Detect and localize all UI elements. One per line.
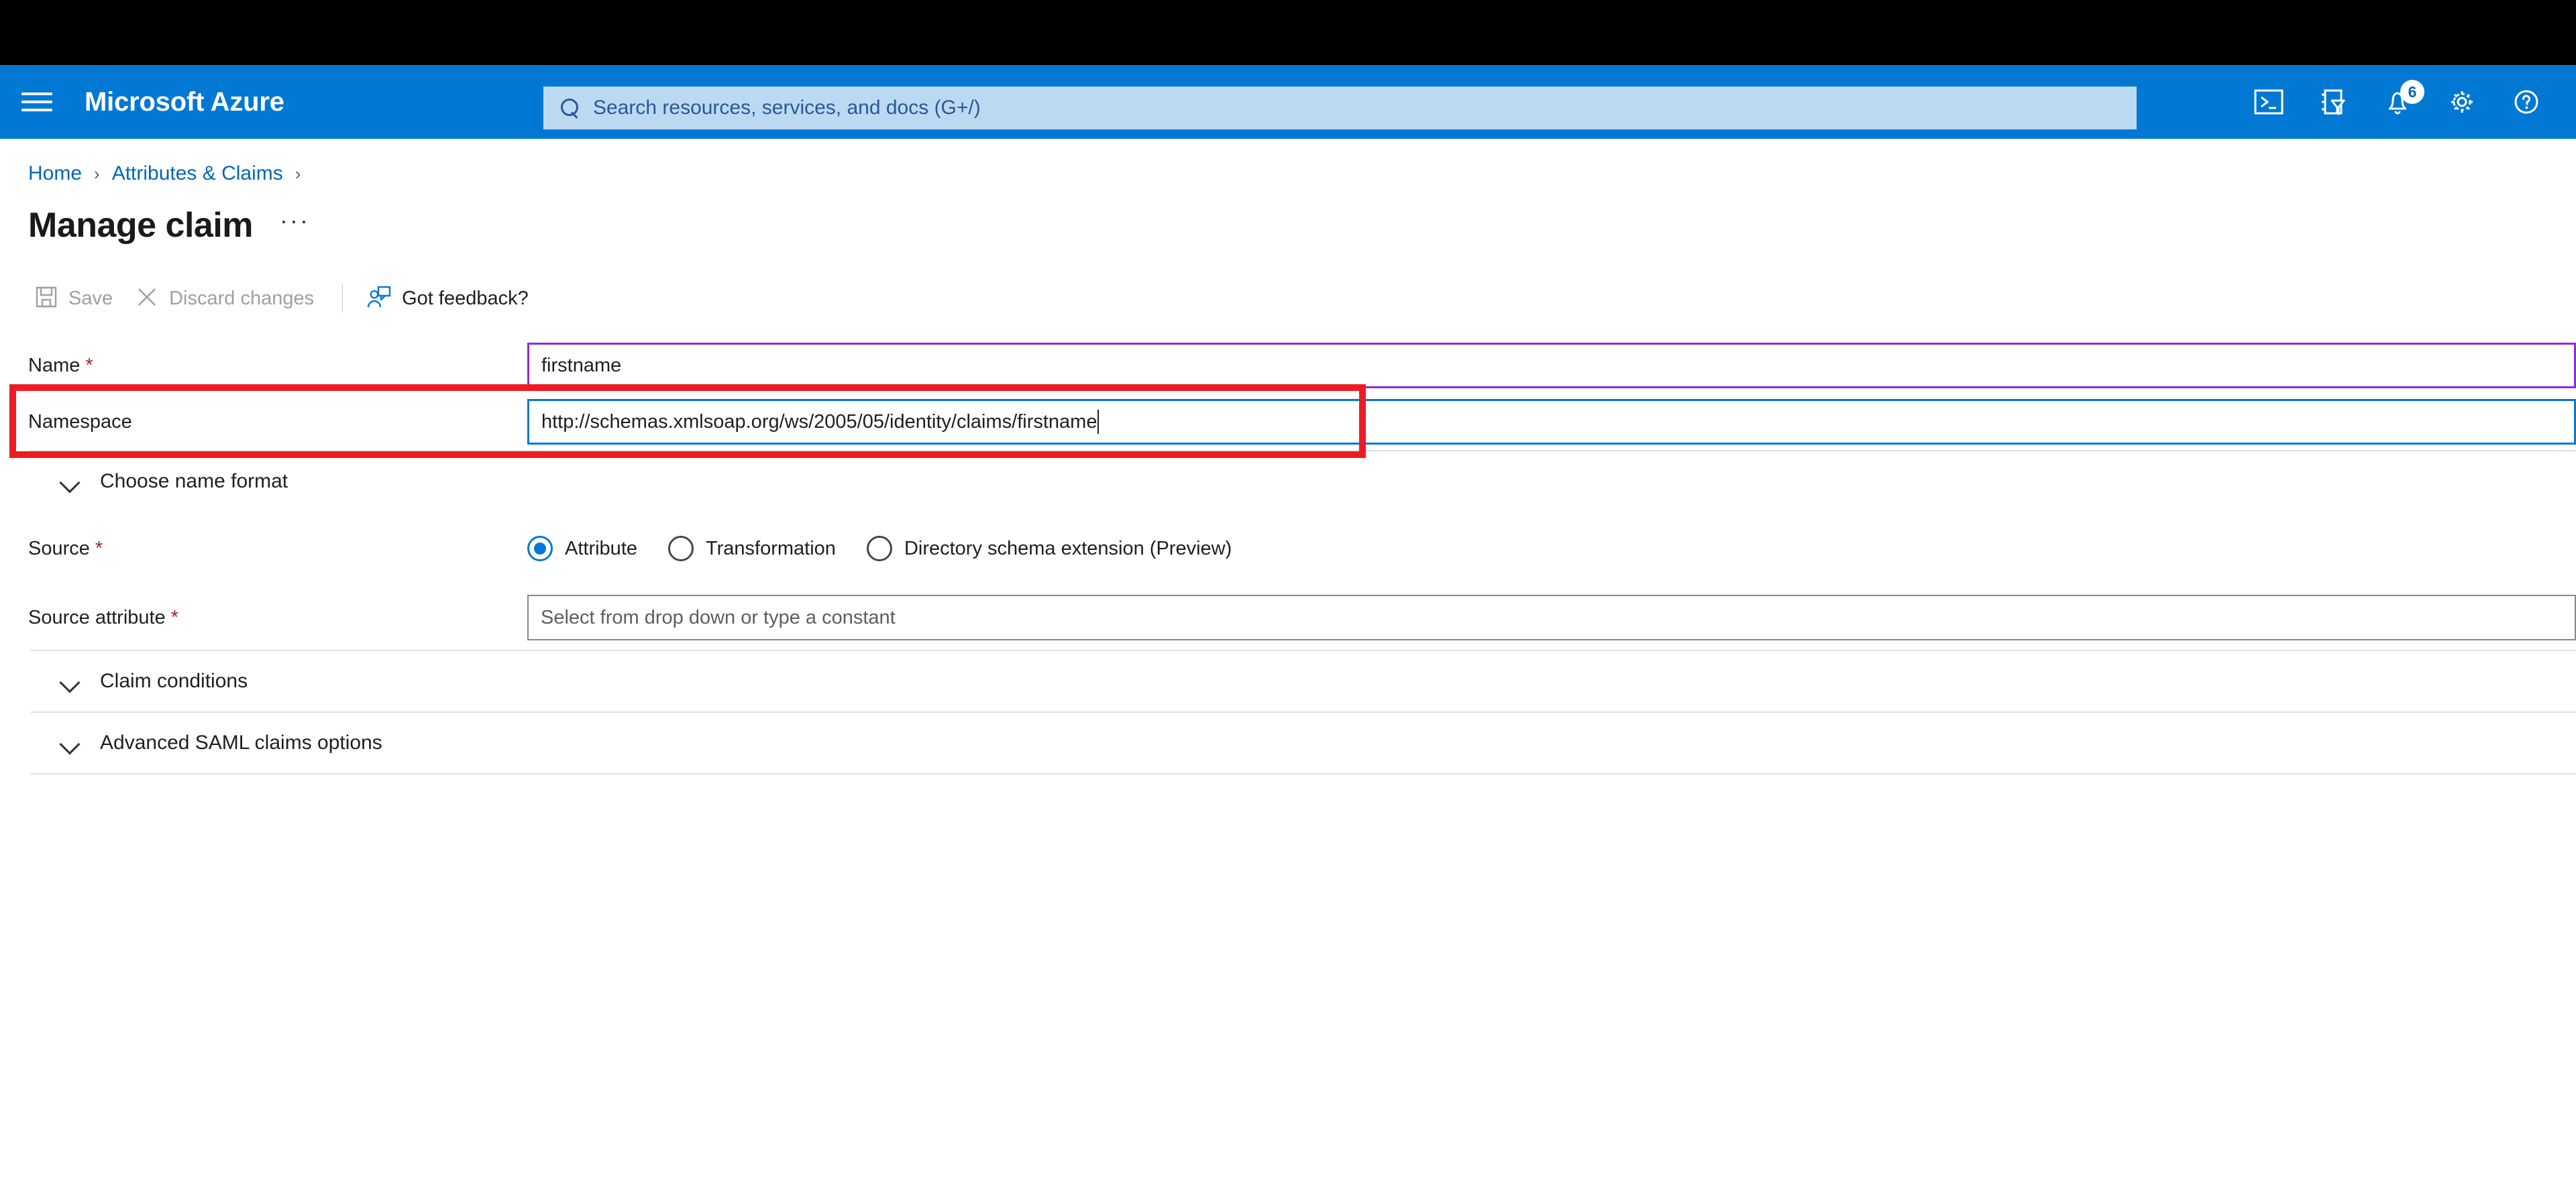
source-label-text: Source	[28, 537, 90, 559]
text-cursor	[1097, 410, 1099, 434]
radio-attribute-label: Attribute	[565, 537, 637, 559]
more-options-icon[interactable]: ···	[280, 209, 310, 242]
namespace-input-value: http://schemas.xmlsoap.org/ws/2005/05/id…	[541, 410, 1097, 433]
required-asterisk: *	[95, 537, 103, 559]
page-title: Manage claim	[28, 206, 254, 245]
breadcrumb-item-attributes-claims[interactable]: Attributes & Claims	[112, 162, 283, 185]
breadcrumb-separator-icon-2: ›	[294, 163, 301, 184]
notifications-count-badge: 6	[2400, 80, 2424, 104]
section-choose-name-format-label: Choose name format	[100, 470, 288, 492]
page-title-row: Manage claim ···	[28, 203, 2576, 247]
radio-transformation[interactable]: Transformation	[668, 536, 836, 561]
save-disk-icon	[35, 286, 58, 312]
name-label-text: Name	[28, 354, 80, 376]
section-choose-name-format[interactable]: Choose name format	[30, 450, 2576, 512]
section-advanced-saml-claims-options[interactable]: Advanced SAML claims options	[30, 711, 2576, 773]
source-attribute-field-row: Source attribute * Select from drop down …	[0, 585, 2576, 650]
breadcrumb-item-home[interactable]: Home	[28, 162, 82, 185]
top-icon-group: 6	[2237, 65, 2559, 139]
radio-directory-schema-extension[interactable]: Directory schema extension (Preview)	[866, 536, 1232, 561]
namespace-field-row: Namespace http://schemas.xmlsoap.org/ws/…	[0, 394, 2576, 450]
command-bar: Save Discard changes Got feedback?	[28, 278, 2576, 319]
manage-claim-form: Name * firstname Namespace http://schemas…	[0, 337, 2576, 775]
namespace-field-label: Namespace	[28, 411, 527, 433]
search-icon	[558, 97, 581, 119]
global-search-box[interactable]: Search resources, services, and docs (G+…	[543, 87, 2137, 129]
source-attribute-input[interactable]: Select from drop down or type a constant	[527, 595, 2576, 640]
discard-changes-button-label: Discard changes	[169, 287, 315, 309]
breadcrumb-separator-icon: ›	[94, 163, 100, 184]
hamburger-menu-icon[interactable]	[21, 89, 52, 115]
got-feedback-button[interactable]: Got feedback?	[360, 278, 535, 319]
name-input[interactable]: firstname	[527, 343, 2576, 388]
radio-directory-schema-extension-label: Directory schema extension (Preview)	[904, 537, 1232, 559]
help-question-icon[interactable]	[2494, 65, 2559, 139]
save-button[interactable]: Save	[28, 278, 119, 319]
radio-transformation-label: Transformation	[706, 537, 836, 559]
source-attribute-field-label: Source attribute *	[28, 607, 527, 629]
section-claim-conditions[interactable]: Claim conditions	[30, 650, 2576, 711]
notifications-bell-icon[interactable]: 6	[2365, 65, 2430, 139]
azure-brand-title[interactable]: Microsoft Azure	[85, 87, 284, 117]
search-input[interactable]: Search resources, services, and docs (G+…	[593, 97, 981, 119]
required-asterisk: *	[85, 354, 93, 376]
top-letterbox	[0, 0, 2576, 65]
source-radio-group: Attribute Transformation Directory schem…	[527, 536, 1263, 561]
azure-top-navigation: Microsoft Azure Search resources, servic…	[0, 65, 2576, 139]
radio-transformation-dot	[668, 536, 694, 561]
command-bar-divider	[342, 284, 343, 312]
source-attribute-label-text: Source attribute	[28, 606, 166, 628]
required-asterisk: *	[170, 606, 179, 628]
source-field-row: Source * Attribute Transformation Directo…	[0, 512, 2576, 585]
breadcrumb: Home › Attributes & Claims ›	[28, 159, 2576, 188]
section-claim-conditions-label: Claim conditions	[100, 670, 248, 692]
got-feedback-button-label: Got feedback?	[402, 287, 529, 309]
discard-changes-button[interactable]: Discard changes	[129, 278, 321, 319]
feedback-person-icon	[367, 286, 391, 312]
chevron-down-icon	[60, 671, 80, 691]
namespace-input[interactable]: http://schemas.xmlsoap.org/ws/2005/05/id…	[527, 399, 2576, 445]
cloud-shell-icon[interactable]	[2237, 65, 2301, 139]
radio-attribute-dot	[527, 536, 553, 561]
section-advanced-saml-claims-options-label: Advanced SAML claims options	[100, 732, 382, 754]
namespace-label-text: Namespace	[28, 410, 132, 433]
source-field-label: Source *	[28, 538, 527, 560]
close-x-icon	[136, 286, 158, 312]
name-field-row: Name * firstname	[0, 337, 2576, 394]
directories-subscriptions-icon[interactable]	[2301, 65, 2365, 139]
radio-directory-schema-extension-dot	[866, 536, 892, 561]
form-bottom-divider	[30, 773, 2576, 775]
save-button-label: Save	[68, 287, 113, 309]
chevron-down-icon	[60, 471, 80, 492]
name-field-label: Name *	[28, 355, 527, 377]
chevron-down-icon	[60, 733, 80, 753]
radio-attribute[interactable]: Attribute	[527, 536, 637, 561]
settings-gear-icon[interactable]	[2430, 65, 2494, 139]
